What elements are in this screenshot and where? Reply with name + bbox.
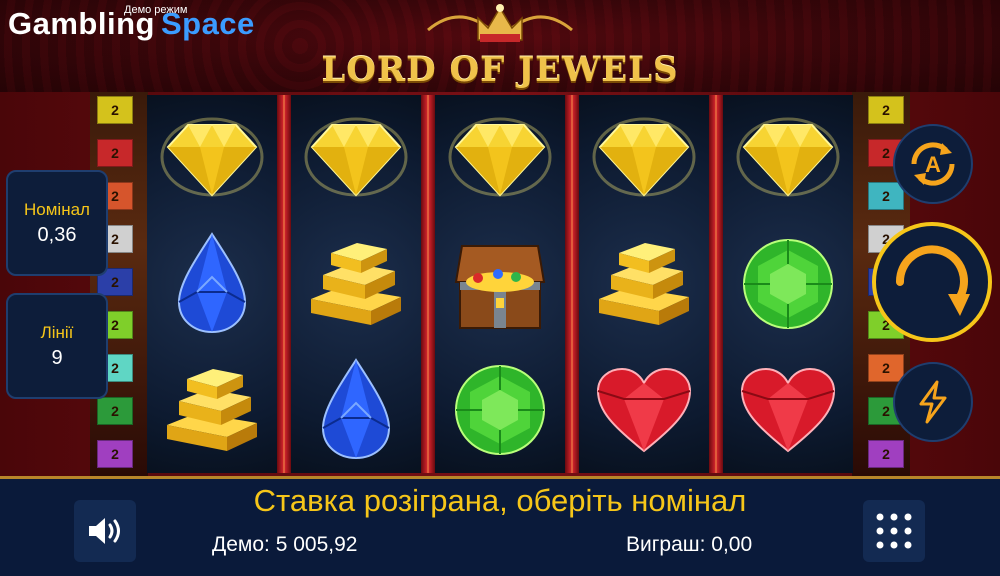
line-badges-left: 222222222 bbox=[97, 96, 133, 483]
crown-ornament-icon bbox=[427, 4, 573, 42]
reels bbox=[147, 95, 853, 473]
treasure-chest-icon bbox=[435, 221, 565, 347]
yellow-diamond-icon bbox=[147, 95, 277, 221]
status-message: Ставка розіграна, оберіть номінал bbox=[253, 483, 747, 518]
speaker-icon bbox=[89, 518, 120, 544]
sound-button[interactable] bbox=[74, 500, 136, 562]
red-heart-ruby-icon bbox=[723, 347, 853, 473]
line-badge-right: 2 bbox=[868, 354, 904, 382]
game-title: LORD OF JEWELS bbox=[321, 50, 679, 90]
spin-icon bbox=[895, 245, 970, 316]
yellow-diamond-icon bbox=[723, 95, 853, 221]
reel-separator bbox=[565, 95, 579, 473]
blue-sapphire-icon bbox=[291, 347, 421, 473]
lines-value: 9 bbox=[51, 346, 63, 369]
win-amount: Виграш: 0,00 bbox=[626, 533, 752, 557]
line-badge-left: 2 bbox=[97, 96, 133, 124]
turbo-button[interactable] bbox=[893, 362, 973, 442]
denomination-value: 0,36 bbox=[37, 223, 77, 246]
spin-button[interactable] bbox=[872, 222, 992, 342]
reel-separator bbox=[421, 95, 435, 473]
blue-sapphire-icon bbox=[147, 221, 277, 347]
win-label: Виграш: bbox=[626, 533, 706, 556]
line-badge-right: 2 bbox=[868, 96, 904, 124]
gold-bars-icon bbox=[291, 221, 421, 347]
demo-mode-label: Демо режим bbox=[124, 4, 188, 16]
line-badge-right: 2 bbox=[868, 440, 904, 468]
red-heart-ruby-icon bbox=[579, 347, 709, 473]
menu-button[interactable] bbox=[863, 500, 925, 562]
green-emerald-icon bbox=[435, 347, 565, 473]
lines-panel[interactable]: Лінії 9 bbox=[6, 293, 108, 399]
line-badge-right: 2 bbox=[868, 182, 904, 210]
gold-bars-icon bbox=[579, 221, 709, 347]
yellow-diamond-icon bbox=[435, 95, 565, 221]
lines-label: Лінії bbox=[40, 322, 74, 342]
gold-bars-icon bbox=[147, 347, 277, 473]
grid-dots-icon bbox=[876, 513, 912, 549]
demo-balance-label: Демо: bbox=[212, 533, 270, 556]
yellow-diamond-icon bbox=[291, 95, 421, 221]
demo-balance: Демо: 5 005,92 bbox=[212, 533, 357, 557]
reel-separator bbox=[709, 95, 723, 473]
line-badge-left: 2 bbox=[97, 139, 133, 167]
autoplay-icon: A bbox=[911, 142, 955, 186]
denomination-label: Номінал bbox=[24, 199, 90, 219]
reel-1 bbox=[147, 95, 277, 473]
win-value: 0,00 bbox=[711, 533, 753, 556]
reel-separator bbox=[277, 95, 291, 473]
reel-2 bbox=[291, 95, 421, 473]
denomination-panel[interactable]: Номінал 0,36 bbox=[6, 170, 108, 276]
demo-balance-value: 5 005,92 bbox=[275, 533, 358, 556]
lightning-icon bbox=[919, 380, 947, 424]
autoplay-button[interactable]: A bbox=[893, 124, 973, 204]
reel-4 bbox=[579, 95, 709, 473]
reel-3 bbox=[435, 95, 565, 473]
green-emerald-icon bbox=[723, 221, 853, 347]
line-badge-left: 2 bbox=[97, 397, 133, 425]
yellow-diamond-icon bbox=[579, 95, 709, 221]
line-badge-left: 2 bbox=[97, 440, 133, 468]
reel-5 bbox=[723, 95, 853, 473]
svg-text:A: A bbox=[925, 152, 941, 177]
